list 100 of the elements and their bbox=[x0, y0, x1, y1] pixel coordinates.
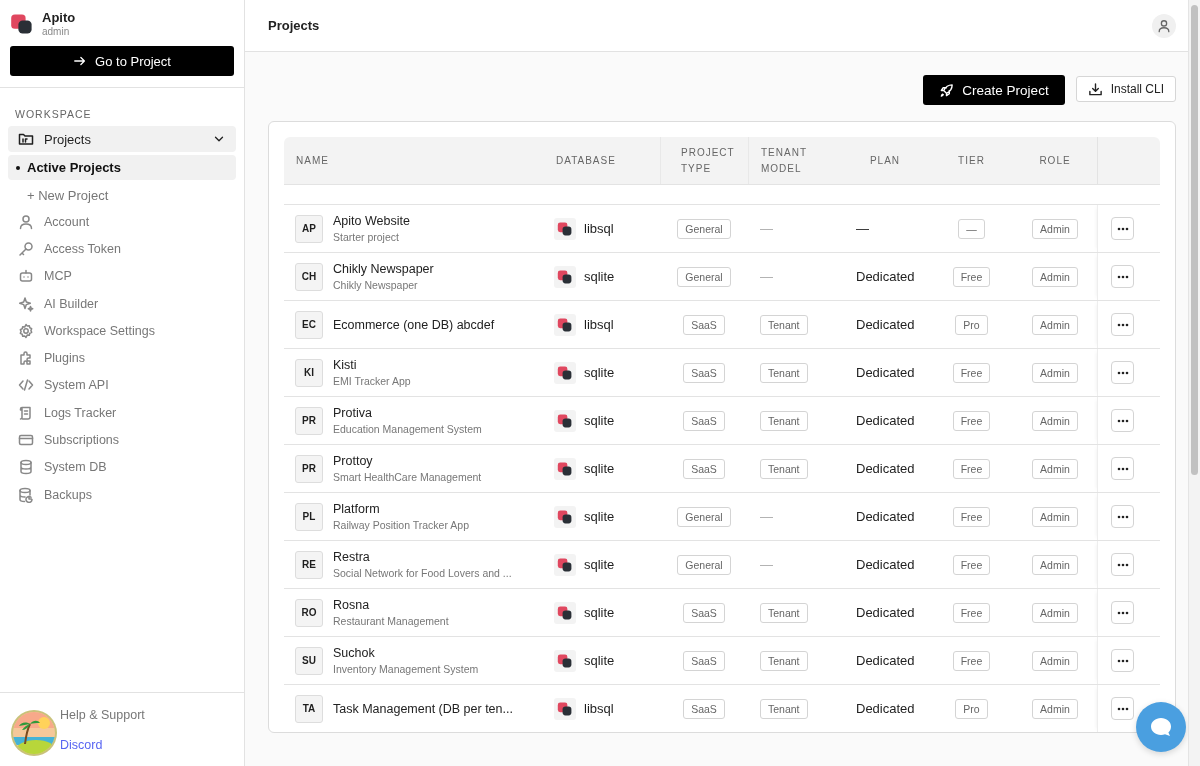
tenant-model-tag: Tenant bbox=[760, 698, 808, 719]
plan-text: Dedicated bbox=[856, 701, 915, 716]
database-name: sqlite bbox=[584, 413, 615, 428]
more-button[interactable] bbox=[1111, 265, 1134, 288]
tier-tag: Free bbox=[952, 602, 991, 623]
sidebar-item[interactable]: Workspace Settings bbox=[8, 317, 236, 345]
database-name: sqlite bbox=[584, 605, 615, 620]
go-to-project-button[interactable]: Go to Project bbox=[10, 46, 234, 76]
project-description: Inventory Management System bbox=[333, 663, 479, 675]
project-name[interactable]: Rosna bbox=[333, 598, 449, 612]
sidebar-item[interactable]: Plugins bbox=[8, 344, 236, 372]
project-name[interactable]: Chikly Newspaper bbox=[333, 262, 434, 276]
project-name[interactable]: Restra bbox=[333, 550, 512, 564]
project-description: Restaurant Management bbox=[333, 615, 449, 627]
more-button[interactable] bbox=[1111, 697, 1134, 720]
project-name[interactable]: Suchok bbox=[333, 646, 479, 660]
database-icon bbox=[554, 697, 576, 720]
more-button[interactable] bbox=[1111, 601, 1134, 624]
rocket-icon bbox=[939, 82, 955, 98]
project-type-tag: SaaS bbox=[683, 362, 725, 383]
sidebar-subitem[interactable]: Active Projects bbox=[8, 155, 236, 180]
column-header: DATABASE bbox=[555, 153, 617, 168]
more-icon bbox=[1116, 418, 1129, 423]
sidebar-item[interactable]: Access Token bbox=[8, 235, 236, 263]
plan-text: Dedicated bbox=[856, 413, 915, 428]
more-button[interactable] bbox=[1111, 553, 1134, 576]
tier-tag: Pro bbox=[955, 314, 988, 335]
section-label: WORKSPACE bbox=[14, 107, 93, 122]
sidebar-item[interactable]: Logs Tracker bbox=[8, 399, 236, 427]
project-name[interactable]: Protiva bbox=[333, 406, 482, 420]
more-button[interactable] bbox=[1111, 409, 1134, 432]
more-button[interactable] bbox=[1111, 457, 1134, 480]
plan-text: Dedicated bbox=[856, 653, 915, 668]
more-button[interactable] bbox=[1111, 217, 1134, 240]
create-project-button[interactable]: Create Project bbox=[923, 75, 1065, 105]
role-tag: Admin bbox=[1032, 650, 1078, 671]
more-icon bbox=[1116, 706, 1129, 711]
tenant-model-text: — bbox=[760, 221, 773, 236]
plan-text: Dedicated bbox=[856, 461, 915, 476]
sparkles-icon bbox=[18, 295, 34, 312]
more-button[interactable] bbox=[1111, 361, 1134, 384]
project-initials: PL bbox=[295, 502, 323, 531]
more-button[interactable] bbox=[1111, 313, 1134, 336]
more-icon bbox=[1116, 610, 1129, 615]
more-button[interactable] bbox=[1111, 649, 1134, 672]
project-name[interactable]: Kisti bbox=[333, 358, 411, 372]
sidebar-item[interactable]: System API bbox=[8, 371, 236, 400]
project-name[interactable]: Ecommerce (one DB) abcdef bbox=[333, 317, 495, 332]
sidebar-item[interactable]: Account bbox=[8, 208, 236, 236]
tenant-model-tag: Tenant bbox=[760, 602, 808, 623]
project-name[interactable]: Apito Website bbox=[333, 214, 410, 228]
robot-icon bbox=[18, 268, 34, 285]
app-name: Apito bbox=[42, 10, 76, 25]
database-icon bbox=[554, 457, 576, 480]
role-tag: Admin bbox=[1032, 314, 1078, 335]
role-tag: Admin bbox=[1032, 698, 1078, 719]
sidebar-item[interactable]: AI Builder bbox=[8, 289, 236, 318]
user-avatar-button[interactable] bbox=[1152, 13, 1176, 38]
database-icon bbox=[554, 649, 576, 672]
project-description: EMI Tracker App bbox=[333, 375, 411, 387]
tenant-model-tag: Tenant bbox=[760, 362, 808, 383]
role-tag: Admin bbox=[1032, 410, 1078, 431]
database-name: sqlite bbox=[584, 365, 615, 380]
project-initials: AP bbox=[295, 214, 323, 243]
project-type-tag: SaaS bbox=[683, 650, 725, 671]
scrollbar-thumb[interactable] bbox=[1191, 5, 1198, 475]
download-icon bbox=[1087, 81, 1103, 97]
tenant-model-text: — bbox=[760, 509, 773, 524]
tier-tag: — bbox=[958, 218, 985, 239]
database-name: sqlite bbox=[584, 557, 615, 572]
arrow-right-icon bbox=[73, 54, 88, 68]
discord-link[interactable]: Discord bbox=[60, 738, 103, 752]
role-tag: Admin bbox=[1032, 266, 1078, 287]
help-link[interactable]: Help & Support bbox=[60, 708, 145, 722]
project-name[interactable]: Platform bbox=[333, 502, 469, 516]
install-cli-button[interactable]: Install CLI bbox=[1075, 76, 1176, 102]
sidebar-item[interactable]: MCP bbox=[8, 262, 236, 290]
project-name[interactable]: Prottoy bbox=[333, 454, 482, 468]
project-name[interactable]: Task Management (DB per ten... bbox=[333, 701, 513, 716]
sidebar-item[interactable]: Backups bbox=[8, 480, 236, 509]
new-project-link[interactable]: + New Project bbox=[8, 183, 236, 208]
column-header: TENANT MODEL bbox=[748, 137, 840, 184]
role-tag: Admin bbox=[1032, 554, 1078, 575]
plan-text: — bbox=[856, 221, 869, 236]
tier-tag: Free bbox=[952, 650, 991, 671]
project-description: Railway Position Tracker App bbox=[333, 519, 469, 531]
database-icon bbox=[554, 505, 576, 528]
key-icon bbox=[18, 240, 34, 257]
bullet-icon bbox=[16, 165, 20, 170]
more-button[interactable] bbox=[1111, 505, 1134, 528]
projects-nav-item[interactable]: Projects bbox=[8, 126, 236, 152]
project-type-tag: General bbox=[677, 218, 731, 239]
plan-text: Dedicated bbox=[856, 269, 915, 284]
column-header: NAME bbox=[295, 153, 330, 168]
sidebar-item[interactable]: System DB bbox=[8, 453, 236, 481]
project-type-tag: SaaS bbox=[683, 410, 725, 431]
sidebar-item[interactable]: Subscriptions bbox=[8, 426, 236, 454]
database-icon bbox=[554, 313, 576, 336]
tier-tag: Free bbox=[952, 410, 991, 431]
more-icon bbox=[1116, 562, 1129, 567]
